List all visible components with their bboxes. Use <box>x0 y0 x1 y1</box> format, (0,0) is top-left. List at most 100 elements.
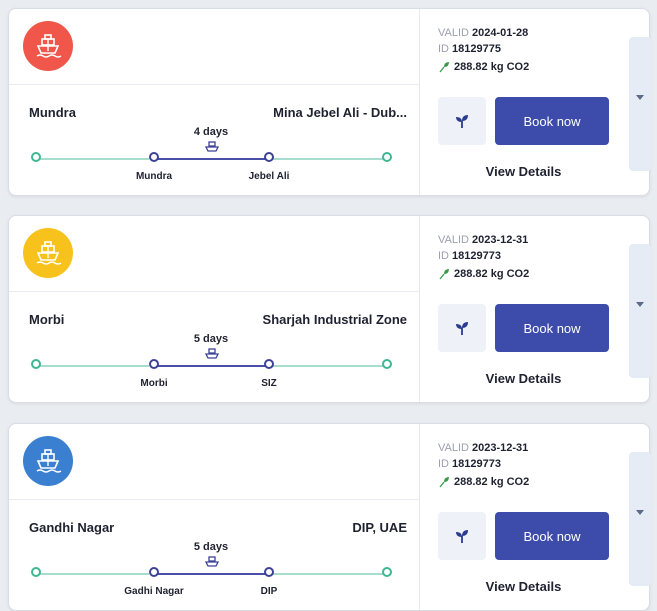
on-carriage-segment <box>273 573 387 575</box>
origin-port-label: Gadhi Nagar <box>124 586 184 597</box>
route-line <box>31 150 397 172</box>
pre-carriage-segment <box>37 365 149 367</box>
co2-value: 288.82 kg CO2 <box>454 476 530 488</box>
validity: VALID 2023-12-31 <box>438 234 528 246</box>
id-value: 18129775 <box>452 43 501 55</box>
destination-city: Mina Jebel Ali - Dub... <box>273 105 407 120</box>
co2-emission: 288.82 kg CO2 <box>438 476 529 488</box>
origin-city: Gandhi Nagar <box>29 520 115 535</box>
expand-toggle[interactable] <box>629 37 651 171</box>
book-now-button[interactable]: Book now <box>495 512 609 560</box>
transit-time: 4 days <box>193 126 229 138</box>
id-value: 18129773 <box>452 250 501 262</box>
book-now-button[interactable]: Book now <box>495 97 609 145</box>
destination-city: Sharjah Industrial Zone <box>262 312 407 327</box>
origin-point-node <box>31 359 41 369</box>
destination-city: DIP, UAE <box>352 520 407 535</box>
quote-card: Gandhi Nagar DIP, UAE 5 days Gadhi Nagar… <box>8 423 651 611</box>
transit-time: 5 days <box>193 541 229 553</box>
chevron-down-icon <box>636 302 644 307</box>
sprout-icon <box>439 62 449 73</box>
leaf-icon <box>456 115 468 128</box>
sprout-icon <box>439 269 449 280</box>
destination-port-label: Jebel Ali <box>248 171 290 182</box>
book-now-button[interactable]: Book now <box>495 304 609 352</box>
origin-city: Morbi <box>29 312 65 327</box>
expand-toggle[interactable] <box>629 244 651 378</box>
leaf-icon <box>456 530 468 543</box>
view-details-link[interactable]: View Details <box>438 579 609 594</box>
ship-icon <box>36 241 62 265</box>
main-leg-segment <box>157 365 265 367</box>
sprout-icon <box>439 477 449 488</box>
quote-id: ID 18129773 <box>438 250 501 262</box>
origin-port-node <box>149 359 159 369</box>
route-line <box>31 357 397 379</box>
divider <box>9 291 419 292</box>
pre-carriage-segment <box>37 573 149 575</box>
co2-emission: 288.82 kg CO2 <box>438 61 529 73</box>
origin-port-node <box>149 567 159 577</box>
chevron-down-icon <box>636 95 644 100</box>
leaf-icon <box>456 322 468 335</box>
co2-value: 288.82 kg CO2 <box>454 61 530 73</box>
destination-port-label: SIZ <box>261 378 277 389</box>
ship-icon <box>36 449 62 473</box>
quote-card: Mundra Mina Jebel Ali - Dub... 4 days Mu… <box>8 8 651 196</box>
quote-actions: VALID 2023-12-31 ID 18129773 288.82 kg CO2… <box>420 424 651 610</box>
destination-port-node <box>264 152 274 162</box>
id-label: ID <box>438 250 449 262</box>
validity: VALID 2023-12-31 <box>438 442 528 454</box>
quote-card: Morbi Sharjah Industrial Zone 5 days Mor… <box>8 215 651 403</box>
divider <box>9 499 419 500</box>
expand-toggle[interactable] <box>629 452 651 586</box>
route-line <box>31 565 397 587</box>
id-label: ID <box>438 43 449 55</box>
chevron-down-icon <box>636 510 644 515</box>
valid-date: 2023-12-31 <box>471 234 529 246</box>
pre-carriage-segment <box>37 158 149 160</box>
quote-id: ID 18129773 <box>438 458 501 470</box>
co2-emission: 288.82 kg CO2 <box>438 268 529 280</box>
transit-time: 5 days <box>193 333 229 345</box>
origin-city: Mundra <box>29 105 76 120</box>
route-panel: Mundra Mina Jebel Ali - Dub... 4 days Mu… <box>9 9 419 195</box>
ship-icon <box>36 34 62 58</box>
carrier-logo <box>23 436 73 486</box>
carrier-logo <box>23 21 73 71</box>
destination-point-node <box>382 567 392 577</box>
view-details-link[interactable]: View Details <box>438 164 609 179</box>
view-details-link[interactable]: View Details <box>438 371 609 386</box>
eco-button[interactable] <box>438 304 486 352</box>
route-panel: Morbi Sharjah Industrial Zone 5 days Mor… <box>9 216 419 402</box>
validity: VALID 2024-01-28 <box>438 27 528 39</box>
valid-label: VALID <box>438 234 469 246</box>
eco-button[interactable] <box>438 512 486 560</box>
id-label: ID <box>438 458 449 470</box>
eco-button[interactable] <box>438 97 486 145</box>
destination-port-node <box>264 567 274 577</box>
divider <box>9 84 419 85</box>
route-panel: Gandhi Nagar DIP, UAE 5 days Gadhi Nagar… <box>9 424 419 610</box>
valid-label: VALID <box>438 442 469 454</box>
origin-port-label: Morbi <box>140 378 168 389</box>
destination-port-label: DIP <box>260 586 278 597</box>
id-value: 18129773 <box>452 458 501 470</box>
destination-port-node <box>264 359 274 369</box>
quote-actions: VALID 2023-12-31 ID 18129773 288.82 kg CO2… <box>420 216 651 402</box>
on-carriage-segment <box>273 158 387 160</box>
origin-point-node <box>31 152 41 162</box>
origin-port-label: Mundra <box>135 171 173 182</box>
origin-port-node <box>149 152 159 162</box>
quote-id: ID 18129775 <box>438 43 501 55</box>
co2-value: 288.82 kg CO2 <box>454 268 530 280</box>
main-leg-segment <box>157 158 265 160</box>
valid-date: 2024-01-28 <box>471 27 529 39</box>
destination-point-node <box>382 359 392 369</box>
main-leg-segment <box>157 573 265 575</box>
origin-point-node <box>31 567 41 577</box>
carrier-logo <box>23 228 73 278</box>
valid-date: 2023-12-31 <box>471 442 529 454</box>
valid-label: VALID <box>438 27 469 39</box>
destination-point-node <box>382 152 392 162</box>
